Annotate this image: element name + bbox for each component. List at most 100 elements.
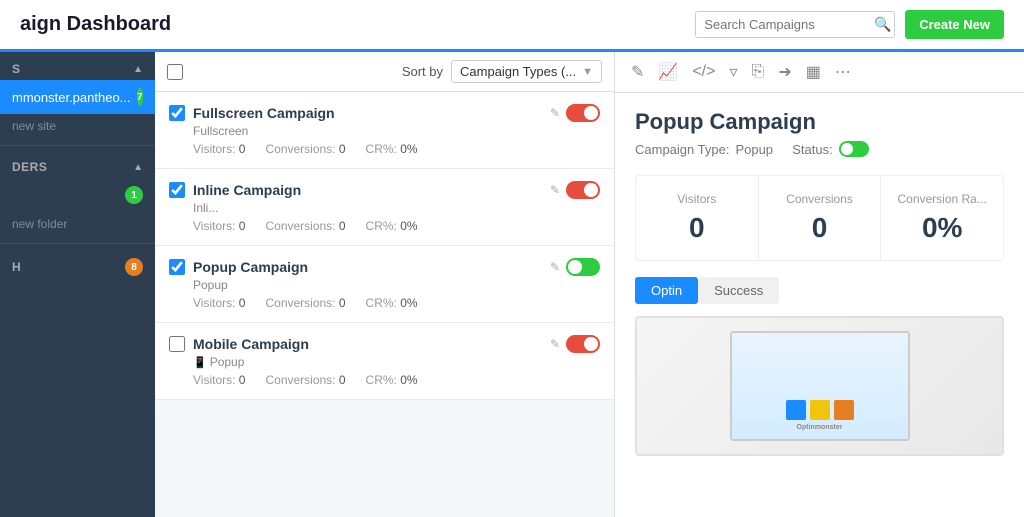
campaign-1-toggle[interactable] — [566, 104, 600, 122]
sort-dropdown-value: Campaign Types (... — [460, 64, 576, 79]
sidebar-section-sites[interactable]: s ▲ — [0, 52, 155, 80]
sort-dropdown[interactable]: Campaign Types (... ▼ — [451, 60, 602, 83]
campaign-item-4-header: Mobile Campaign ✎ — [169, 335, 600, 353]
more-icon[interactable]: ⋯ — [835, 62, 851, 82]
detail-stat-visitors: Visitors 0 — [636, 176, 759, 260]
search-icon[interactable]: 🔍 — [874, 16, 891, 33]
detail-tabs: Optin Success — [635, 277, 1004, 304]
campaign-item-3: Popup Campaign ✎ Popup Visitors: 0 Conve… — [155, 246, 614, 323]
campaign-2-type: Inli... — [193, 201, 600, 215]
detail-stat-conversions: Conversions 0 — [759, 176, 882, 260]
sidebar-item-folder1-label — [12, 188, 16, 203]
campaign-3-edit-icon[interactable]: ✎ — [550, 260, 560, 274]
sidebar-section-folders-label: ders — [12, 160, 47, 174]
sidebar-section-trash-label: h — [12, 260, 21, 274]
campaign-4-toggle[interactable] — [566, 335, 600, 353]
select-all-checkbox[interactable] — [167, 64, 183, 80]
preview-block-orange — [834, 400, 854, 420]
campaign-1-checkbox[interactable] — [169, 105, 185, 121]
campaign-4-visitors: Visitors: 0 — [193, 373, 245, 387]
campaign-1-edit-icon[interactable]: ✎ — [550, 106, 560, 120]
preview-block-blue — [786, 400, 806, 420]
campaign-3-conversions: Conversions: 0 — [265, 296, 345, 310]
detail-stat-cr-value: 0% — [895, 212, 989, 244]
campaign-2-toggle[interactable] — [566, 181, 600, 199]
detail-stat-visitors-value: 0 — [650, 212, 744, 244]
search-input[interactable] — [704, 17, 874, 32]
campaign-2-stats: Visitors: 0 Conversions: 0 CR%: 0% — [193, 219, 600, 233]
mobile-icon: 📱 — [193, 357, 207, 369]
sidebar-new-folder-link[interactable]: new folder — [0, 212, 155, 239]
campaign-4-cr: CR%: 0% — [366, 373, 418, 387]
campaign-item-4: Mobile Campaign ✎ 📱Popup Visitors: 0 Con… — [155, 323, 614, 400]
code-icon[interactable]: </> — [692, 63, 715, 81]
campaign-3-cr: CR%: 0% — [366, 296, 418, 310]
edit-campaign-icon[interactable]: ✎ — [631, 62, 644, 82]
chevron-up-icon-2: ▲ — [133, 162, 143, 173]
analytics-icon[interactable]: 📈 — [658, 62, 678, 82]
filter-icon[interactable]: ▿ — [729, 62, 737, 82]
status-toggle[interactable] — [839, 141, 869, 157]
campaign-1-visitors: Visitors: 0 — [193, 142, 245, 156]
chevron-up-icon: ▲ — [133, 64, 143, 75]
status-label: Status: — [792, 142, 832, 157]
list-toolbar: Sort by Campaign Types (... ▼ — [155, 52, 614, 92]
sidebar-section-folders[interactable]: ders ▲ — [0, 150, 155, 178]
copy-icon[interactable]: ⎘ — [752, 63, 765, 81]
campaign-item-1-header: Fullscreen Campaign ✎ — [169, 104, 600, 122]
campaign-item-2-header: Inline Campaign ✎ — [169, 181, 600, 199]
detail-toolbar: ✎ 📈 </> ▿ ⎘ ➜ ▦ ⋯ — [615, 52, 1024, 93]
campaign-2-actions: ✎ — [550, 181, 600, 199]
preview-logo-text: Optinmonster — [797, 424, 843, 431]
campaign-3-name: Popup Campaign — [193, 259, 542, 275]
campaign-2-cr: CR%: 0% — [366, 219, 418, 233]
search-box[interactable]: 🔍 — [695, 11, 895, 38]
campaign-4-edit-icon[interactable]: ✎ — [550, 337, 560, 351]
page-title: aign Dashboard — [20, 13, 171, 36]
campaign-2-checkbox[interactable] — [169, 182, 185, 198]
campaign-1-cr: CR%: 0% — [366, 142, 418, 156]
preview-blocks — [786, 400, 854, 420]
campaign-3-checkbox[interactable] — [169, 259, 185, 275]
campaign-1-type: Fullscreen — [193, 124, 600, 138]
preview-block-yellow — [810, 400, 830, 420]
campaign-3-actions: ✎ — [550, 258, 600, 276]
detail-stat-visitors-label: Visitors — [650, 192, 744, 206]
detail-stat-conversions-label: Conversions — [773, 192, 867, 206]
campaign-items-list: Fullscreen Campaign ✎ Fullscreen Visitor… — [155, 92, 614, 517]
campaign-item-1: Fullscreen Campaign ✎ Fullscreen Visitor… — [155, 92, 614, 169]
campaign-3-toggle[interactable] — [566, 258, 600, 276]
tab-success[interactable]: Success — [698, 277, 779, 304]
campaign-3-stats: Visitors: 0 Conversions: 0 CR%: 0% — [193, 296, 600, 310]
campaign-3-visitors: Visitors: 0 — [193, 296, 245, 310]
campaign-1-actions: ✎ — [550, 104, 600, 122]
campaign-2-edit-icon[interactable]: ✎ — [550, 183, 560, 197]
campaign-type-label: Campaign Type: — [635, 142, 729, 157]
campaign-4-conversions: Conversions: 0 — [265, 373, 345, 387]
campaign-item-2: Inline Campaign ✎ Inli... Visitors: 0 Co… — [155, 169, 614, 246]
sidebar: s ▲ mmonster.pantheo... 7 new site ders … — [0, 52, 155, 517]
top-bar-right: 🔍 Create New — [695, 10, 1004, 39]
campaign-3-type: Popup — [193, 278, 600, 292]
main-layout: s ▲ mmonster.pantheo... 7 new site ders … — [0, 52, 1024, 517]
sidebar-divider-1 — [0, 145, 155, 146]
sidebar-divider-2 — [0, 243, 155, 244]
sidebar-item-folder1[interactable]: 1 — [0, 178, 155, 212]
sidebar-section-trash[interactable]: h 8 — [0, 248, 155, 280]
sidebar-new-site-link[interactable]: new site — [0, 114, 155, 141]
campaign-4-type: 📱Popup — [193, 355, 600, 369]
sidebar-section-sites-label: s — [12, 62, 21, 76]
campaign-type-value: Popup — [735, 142, 773, 157]
detail-stats: Visitors 0 Conversions 0 Conversion Ra..… — [635, 175, 1004, 261]
tab-optin[interactable]: Optin — [635, 277, 698, 304]
grid-icon[interactable]: ▦ — [806, 62, 821, 82]
sort-label: Sort by — [402, 64, 443, 79]
detail-preview: Optinmonster — [635, 316, 1004, 456]
campaign-2-conversions: Conversions: 0 — [265, 219, 345, 233]
share-icon[interactable]: ➜ — [778, 62, 791, 82]
create-new-button[interactable]: Create New — [905, 10, 1004, 39]
campaign-4-stats: Visitors: 0 Conversions: 0 CR%: 0% — [193, 373, 600, 387]
sidebar-item-site1[interactable]: mmonster.pantheo... 7 — [0, 80, 155, 114]
campaign-4-checkbox[interactable] — [169, 336, 185, 352]
detail-panel: ✎ 📈 </> ▿ ⎘ ➜ ▦ ⋯ Popup Campaign Campaig… — [615, 52, 1024, 517]
